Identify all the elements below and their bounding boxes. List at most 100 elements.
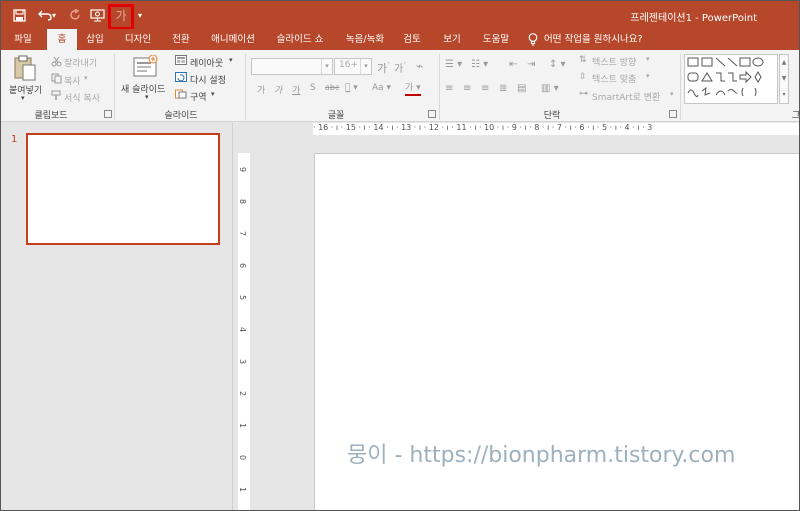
powerpoint-window: ▾ 가 ▾ 프레젠테이션1 - PowerPoint 파일 홈 삽입 디자인 전… (0, 0, 800, 511)
vertical-ruler-mark: 1 (238, 486, 248, 493)
tab-design[interactable]: 디자인 (118, 29, 158, 50)
clear-formatting-icon[interactable]: ⌁ (416, 59, 423, 73)
shapes-gallery[interactable] (684, 54, 778, 104)
redo-icon[interactable] (65, 5, 85, 25)
save-icon[interactable] (9, 5, 29, 25)
vertical-ruler-mark: 8 (238, 198, 248, 205)
format-painter-label[interactable]: 서식 복사 (64, 91, 100, 104)
new-slide-dropdown-icon[interactable]: ▾ (145, 93, 149, 101)
decrease-font-icon[interactable]: 가ˇ (394, 60, 406, 75)
ribbon-tabs: 파일 홈 삽입 디자인 전환 애니메이션 슬라이드 쇼 녹음/녹화 검토 보기 … (1, 29, 799, 50)
tab-transitions[interactable]: 전환 (165, 29, 197, 50)
align-text-icon[interactable]: ⇳ (579, 72, 587, 82)
distributed-icon[interactable]: ▤ (517, 83, 526, 94)
font-name-combo[interactable]: ▾ (251, 58, 333, 75)
vertical-ruler-mark: 9 (238, 166, 248, 173)
bold-icon[interactable]: 가 (257, 83, 265, 96)
start-from-beginning-icon[interactable] (87, 5, 107, 25)
smartart-label[interactable]: SmartArt로 변환 (592, 90, 660, 103)
columns-icon[interactable]: ▥ ▾ (541, 83, 559, 94)
font-color-icon[interactable]: 가 ▾ (405, 83, 421, 96)
group-separator (114, 54, 115, 120)
underline-icon[interactable]: 가 (292, 83, 300, 96)
text-direction-dropdown-icon[interactable]: ▾ (646, 55, 650, 63)
paste-button-label[interactable]: 붙여넣기 (9, 83, 42, 96)
ribbon: 붙여넣기 ▾ 잘라내기 복사 ▾ 서식 복사 클립보드 ↘ 새 슬라이드 ▾ 레… (1, 50, 799, 122)
font-size-value: 16+ (339, 60, 358, 70)
increase-font-icon[interactable]: 가ˆ (377, 60, 390, 76)
text-direction-label[interactable]: 텍스트 방향 (592, 55, 636, 68)
section-icon[interactable] (175, 89, 187, 102)
font-size-combo[interactable]: 16+ ▾ (334, 58, 372, 75)
section-dropdown-icon[interactable]: ▾ (211, 90, 215, 98)
copy-button-label[interactable]: 복사 (64, 74, 81, 87)
clipboard-launcher-icon[interactable]: ↘ (104, 110, 112, 118)
line-spacing-icon[interactable]: ↕ ▾ (549, 59, 566, 70)
highlight-box (108, 4, 134, 30)
tab-recording[interactable]: 녹음/녹화 (337, 29, 393, 50)
text-direction-icon[interactable]: ⇅ (579, 55, 587, 65)
vertical-ruler-mark: 6 (238, 262, 248, 269)
paste-dropdown-icon[interactable]: ▾ (21, 94, 25, 102)
tab-animations[interactable]: 애니메이션 (203, 29, 263, 50)
cut-icon[interactable] (51, 56, 62, 70)
shadow-icon[interactable]: S (310, 83, 316, 93)
format-painter-icon[interactable] (51, 90, 62, 104)
vertical-ruler-mark: 4 (238, 326, 248, 333)
font-size-dropdown-icon[interactable]: ▾ (360, 59, 371, 74)
tab-view[interactable]: 보기 (437, 29, 467, 50)
increase-indent-icon[interactable]: ⇥ (527, 59, 535, 70)
tab-home[interactable]: 홈 (47, 29, 77, 50)
change-case-icon[interactable]: Aa ▾ (372, 83, 391, 93)
group-separator (680, 54, 681, 120)
align-right-icon[interactable]: ≡ (481, 83, 489, 94)
align-left-icon[interactable]: ≡ (445, 83, 453, 94)
align-center-icon[interactable]: ≡ (463, 83, 471, 94)
horizontal-ruler[interactable]: · 16 · ı · 15 · ı · 14 · ı · 13 · ı · 12… (313, 123, 799, 135)
layout-icon[interactable] (175, 55, 187, 68)
font-launcher-icon[interactable]: ↘ (428, 110, 436, 118)
slide-thumbnail[interactable] (26, 133, 220, 245)
customize-quick-access-icon[interactable]: ▾ (135, 5, 145, 25)
paste-icon[interactable] (13, 54, 37, 85)
numbering-icon[interactable]: ☷ ▾ (471, 59, 488, 70)
window-title: 프레젠테이션1 - PowerPoint (630, 13, 757, 24)
tab-slide-show[interactable]: 슬라이드 쇼 (269, 29, 331, 50)
reset-button-label[interactable]: 다시 설정 (190, 73, 226, 86)
tab-review[interactable]: 검토 (397, 29, 427, 50)
tell-me-box[interactable]: 어떤 작업을 원하시나요? (528, 29, 642, 50)
shapes-scroll-icon[interactable]: ▲ ▼ ▾ (779, 54, 789, 104)
new-slide-icon[interactable] (133, 54, 159, 82)
reset-icon[interactable] (175, 72, 187, 85)
cut-button-label[interactable]: 잘라내기 (64, 56, 97, 69)
vertical-ruler[interactable]: 9 8 7 6 5 4 3 2 1 0 1 (238, 153, 250, 510)
align-text-dropdown-icon[interactable]: ▾ (646, 72, 650, 80)
copy-dropdown-icon[interactable]: ▾ (84, 74, 88, 82)
tab-file[interactable]: 파일 (7, 29, 39, 50)
layout-dropdown-icon[interactable]: ▾ (229, 56, 233, 64)
vertical-ruler-mark: 1 (238, 422, 248, 429)
section-button-label[interactable]: 구역 (190, 90, 207, 103)
layout-button-label[interactable]: 레이아웃 (190, 56, 223, 69)
justify-icon[interactable]: ≣ (499, 83, 507, 94)
vertical-ruler-mark: 5 (238, 294, 248, 301)
vertical-ruler-mark: 7 (238, 230, 248, 237)
strikethrough-icon[interactable]: abc (325, 83, 339, 92)
copy-icon[interactable] (51, 73, 62, 87)
watermark-text: 뭉이 - https://bionpharm.tistory.com (347, 443, 736, 468)
tab-help[interactable]: 도움말 (475, 29, 517, 50)
bullets-icon[interactable]: ☰ ▾ (445, 59, 462, 70)
font-name-dropdown-icon[interactable]: ▾ (321, 59, 332, 74)
paragraph-launcher-icon[interactable]: ↘ (669, 110, 677, 118)
smartart-dropdown-icon[interactable]: ▾ (670, 90, 674, 98)
paragraph-group-label: 단락 (543, 111, 561, 121)
tab-insert[interactable]: 삽입 (81, 29, 109, 50)
undo-dropdown-icon[interactable]: ▾ (49, 5, 59, 25)
slide-thumbnail-pane: 1 (1, 123, 233, 510)
decrease-indent-icon[interactable]: ⇤ (509, 59, 517, 70)
character-spacing-icon[interactable]: 가̲ ▾ (345, 83, 358, 93)
align-text-label[interactable]: 텍스트 맞춤 (592, 72, 636, 85)
smartart-icon[interactable]: ⊶ (579, 89, 588, 99)
new-slide-button-label[interactable]: 새 슬라이드 (121, 82, 165, 95)
italic-icon[interactable]: 가 (274, 83, 282, 96)
